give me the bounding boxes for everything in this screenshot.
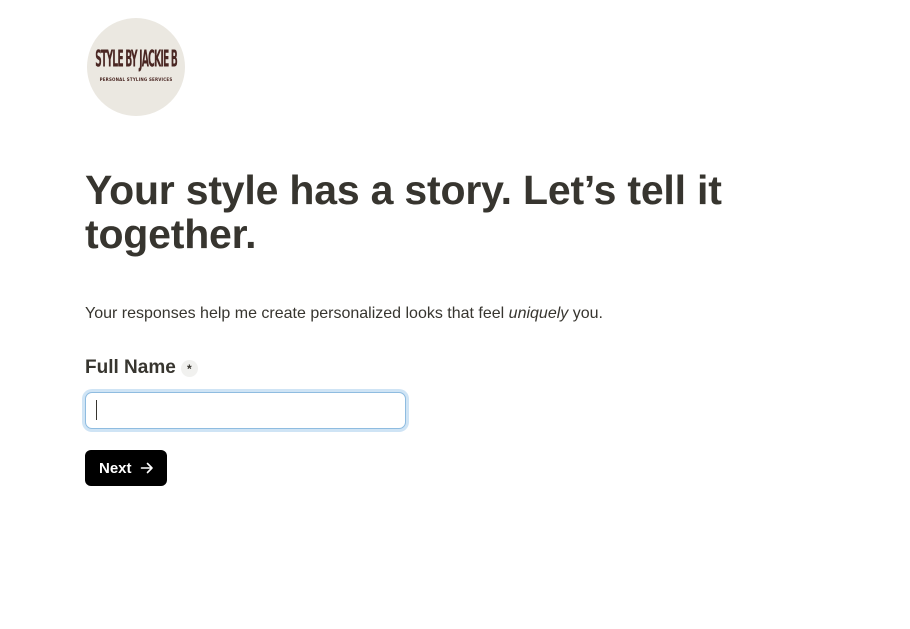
description-text-start: Your responses help me create personaliz… — [85, 305, 509, 322]
required-badge: * — [180, 359, 198, 377]
description-emphasis: uniquely — [508, 305, 569, 322]
next-button-label: Next — [99, 459, 132, 477]
next-button[interactable]: Next — [85, 450, 167, 486]
form-description: Your responses help me create personaliz… — [85, 304, 603, 324]
text-caret — [96, 400, 97, 420]
full-name-input[interactable] — [85, 392, 406, 429]
logo-sub-text: PERSONAL STYLING SERVICES — [99, 77, 173, 82]
form-title: Your style has a story. Let’s tell it to… — [85, 167, 722, 257]
brand-logo: STYLE BY JACKIE B PERSONAL STYLING SERVI… — [87, 18, 185, 116]
full-name-label-text: Full Name — [85, 357, 176, 378]
logo-main-text: STYLE BY JACKIE B — [95, 45, 178, 73]
full-name-label: Full Name * — [85, 356, 198, 380]
description-text-end: you. — [568, 305, 603, 322]
arrow-right-icon — [140, 461, 154, 475]
